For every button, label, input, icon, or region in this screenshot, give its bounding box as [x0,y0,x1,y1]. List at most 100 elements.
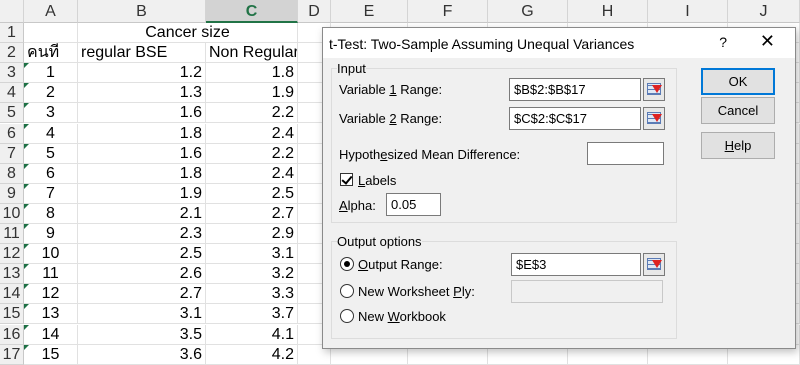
error-indicator-icon [24,183,29,189]
row-header[interactable]: 2 [0,43,24,64]
column-header-b[interactable]: B [78,0,206,23]
data-cell[interactable]: 3.3 [206,284,298,305]
variable1-collapse-button[interactable] [643,78,665,101]
data-cell[interactable]: 2.7 [206,203,298,224]
data-cell[interactable]: 1 [24,63,78,84]
row-header[interactable]: 8 [0,163,24,184]
data-cell[interactable]: 2.2 [206,103,298,124]
output-range-collapse-button[interactable] [643,253,665,276]
data-cell[interactable]: 2.5 [78,244,206,265]
data-cell[interactable]: 14 [24,324,78,345]
variable2-collapse-button[interactable] [643,107,665,130]
alpha-input[interactable]: 0.05 [386,193,441,216]
row-header[interactable]: 17 [0,344,24,365]
data-cell[interactable]: 3.1 [78,304,206,325]
output-range-radio[interactable] [340,257,354,271]
hypothesized-mean-difference-label: Hypothesized Mean Difference: [339,147,521,162]
column-header-c[interactable]: C [206,0,298,23]
new-worksheet-ply-input[interactable] [511,280,663,303]
variable2-range-input[interactable]: $C$2:$C$17 [509,107,641,130]
header-cell[interactable]: regular BSE [78,43,206,64]
data-cell[interactable]: 1.2 [78,63,206,84]
new-workbook-radio[interactable] [340,309,354,323]
new-worksheet-ply-radio[interactable] [340,284,354,298]
row-header[interactable]: 7 [0,143,24,164]
dialog-title: t-Test: Two-Sample Assuming Unequal Vari… [329,36,635,52]
data-cell[interactable]: 1.6 [78,143,206,164]
data-cell[interactable]: 2.1 [78,203,206,224]
column-header-j[interactable]: J [728,0,800,23]
data-cell[interactable]: 10 [24,244,78,265]
data-cell[interactable]: 7 [24,183,78,204]
ok-button[interactable]: OK [701,68,775,95]
column-header-a[interactable]: A [24,0,78,23]
help-icon[interactable]: ? [719,34,727,50]
row-header[interactable]: 3 [0,63,24,84]
data-cell[interactable]: 3.6 [78,344,206,365]
data-cell[interactable]: 1.3 [78,83,206,104]
data-cell[interactable]: 15 [24,344,78,365]
output-range-input[interactable]: $E$3 [511,253,641,276]
column-header-h[interactable]: H [568,0,648,23]
row-header[interactable]: 9 [0,183,24,204]
data-cell[interactable]: 8 [24,203,78,224]
data-cell[interactable]: 12 [24,284,78,305]
data-cell[interactable]: 1.8 [206,63,298,84]
cancel-button[interactable]: Cancel [701,97,775,124]
row-header[interactable]: 10 [0,203,24,224]
data-cell[interactable]: 2.7 [78,284,206,305]
data-cell[interactable]: 4.1 [206,324,298,345]
title-cell[interactable]: Cancer size [78,23,298,44]
row-header[interactable]: 15 [0,304,24,325]
data-cell[interactable]: 1.9 [206,83,298,104]
variable1-range-input[interactable]: $B$2:$B$17 [509,78,641,101]
row-header[interactable]: 11 [0,224,24,245]
data-cell[interactable]: 4.2 [206,344,298,365]
row-header[interactable]: 12 [0,244,24,265]
data-cell[interactable]: 6 [24,163,78,184]
row-header[interactable]: 1 [0,23,24,44]
header-cell[interactable]: คนที่ [24,43,78,64]
column-header-e[interactable]: E [331,0,408,23]
column-header-i[interactable]: I [648,0,728,23]
data-cell[interactable]: 3.5 [78,324,206,345]
data-cell[interactable]: 2.9 [206,224,298,245]
data-cell[interactable]: 5 [24,143,78,164]
data-cell[interactable]: 2.4 [206,163,298,184]
data-cell[interactable]: 2.5 [206,183,298,204]
row-header[interactable]: 6 [0,123,24,144]
data-cell[interactable]: 1.6 [78,103,206,124]
column-header-f[interactable]: F [408,0,488,23]
data-cell[interactable]: 13 [24,304,78,325]
hypothesized-mean-difference-input[interactable] [587,142,664,165]
cell[interactable] [24,23,78,44]
data-cell[interactable]: 9 [24,224,78,245]
dialog-titlebar[interactable]: t-Test: Two-Sample Assuming Unequal Vari… [323,28,795,58]
data-cell[interactable]: 3.1 [206,244,298,265]
column-header-d[interactable]: D [298,0,331,23]
row-header[interactable]: 13 [0,264,24,285]
data-cell[interactable]: 2.2 [206,143,298,164]
data-cell[interactable]: 3.2 [206,264,298,285]
data-cell[interactable]: 1.8 [78,123,206,144]
data-cell[interactable]: 4 [24,123,78,144]
row-header[interactable]: 14 [0,284,24,305]
data-cell[interactable]: 2 [24,83,78,104]
data-cell[interactable]: 2.3 [78,224,206,245]
column-header-g[interactable]: G [488,0,568,23]
row-header[interactable]: 16 [0,324,24,345]
labels-checkbox[interactable] [340,173,353,186]
data-cell[interactable]: 2.6 [78,264,206,285]
data-cell[interactable]: 3 [24,103,78,124]
data-cell[interactable]: 2.4 [206,123,298,144]
row-header[interactable]: 4 [0,83,24,104]
data-cell[interactable]: 1.9 [78,183,206,204]
data-cell[interactable]: 3.7 [206,304,298,325]
row-header[interactable]: 5 [0,103,24,124]
data-cell[interactable]: 11 [24,264,78,285]
header-cell[interactable]: Non Regular [206,43,298,64]
data-cell[interactable]: 1.8 [78,163,206,184]
select-all-corner[interactable] [0,0,24,23]
help-button[interactable]: Help [701,132,775,159]
close-icon[interactable]: ✕ [760,31,775,52]
